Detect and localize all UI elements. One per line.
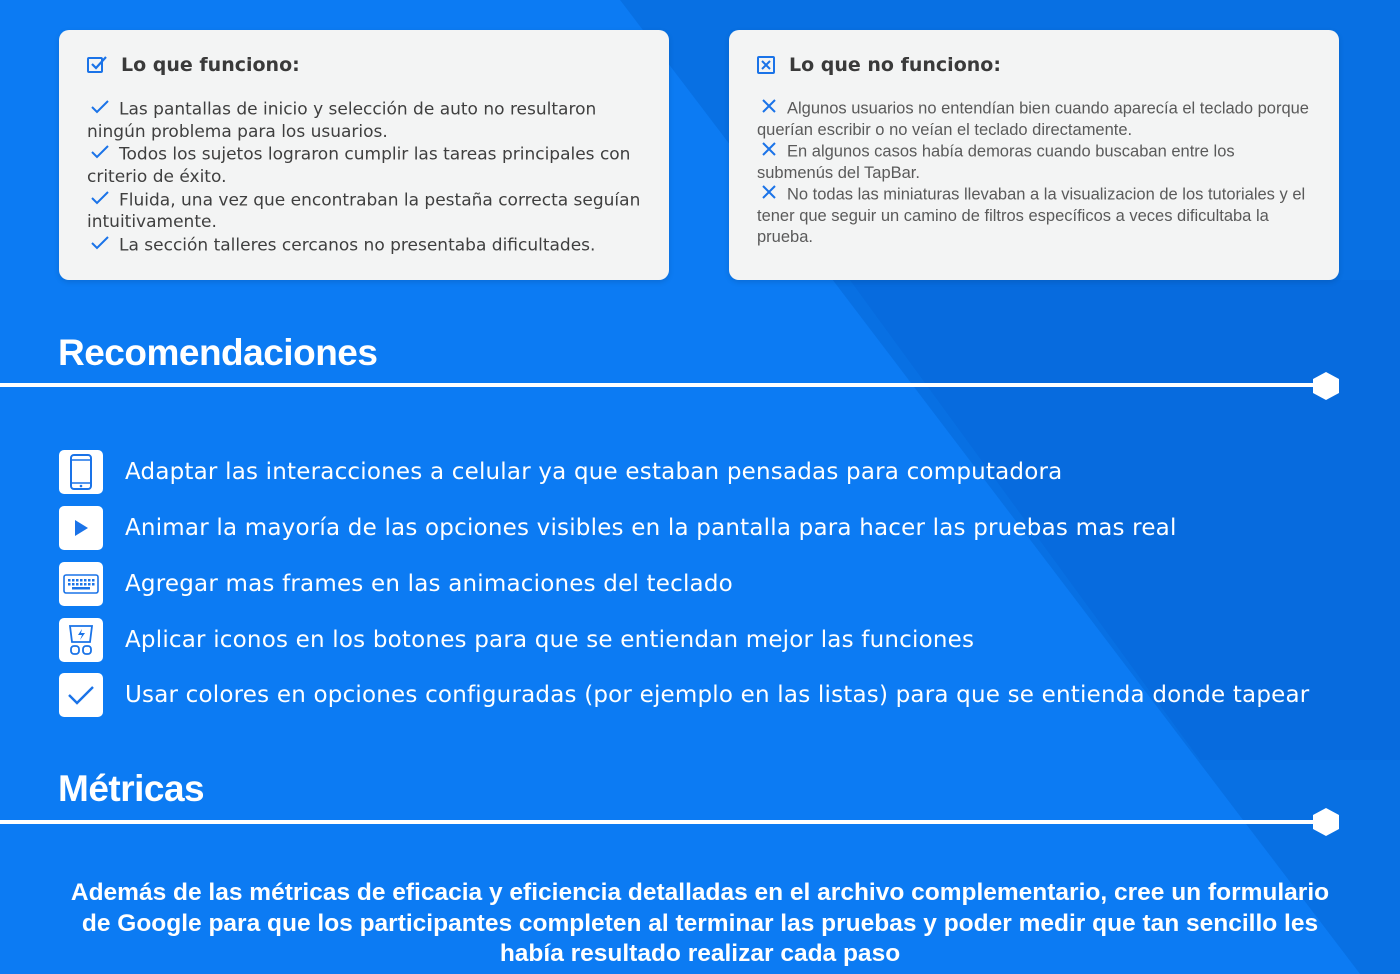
checkbox-x-icon	[757, 56, 775, 74]
metrics-description: Además de las métricas de eficacia y efi…	[70, 879, 1330, 967]
recommendations-divider	[0, 383, 1322, 387]
play-icon	[59, 506, 103, 550]
recommendation-item: Animar la mayoría de las opciones visibl…	[59, 506, 1177, 550]
keyboard-icon	[59, 562, 103, 606]
recommendation-text: Animar la mayoría de las opciones visibl…	[125, 515, 1177, 541]
x-icon	[761, 141, 777, 163]
list-item: La sección talleres cercanos no presenta…	[87, 234, 641, 257]
recommendation-item: Agregar mas frames en las animaciones de…	[59, 562, 733, 606]
x-icon	[761, 184, 777, 206]
not-worked-card: Lo que no funciono: Algunos usuarios no …	[729, 30, 1339, 280]
not-worked-card-title: Lo que no funciono:	[757, 54, 1311, 76]
list-item: Fluida, una vez que encontraban la pesta…	[87, 189, 641, 233]
metrics-title: Métricas	[58, 768, 205, 809]
recommendation-text: Usar colores en opciones configuradas (p…	[125, 682, 1310, 708]
check-icon	[91, 98, 109, 121]
worked-list: Las pantallas de inicio y selección de a…	[87, 98, 641, 257]
hexagon-icon	[1313, 808, 1339, 836]
recommendation-text: Adaptar las interacciones a celular ya q…	[125, 459, 1063, 485]
metrics-divider	[0, 820, 1322, 824]
recommendation-text: Agregar mas frames en las animaciones de…	[125, 571, 733, 597]
worked-card: Lo que funciono: Las pantallas de inicio…	[59, 30, 669, 280]
list-item: En algunos casos había demoras cuando bu…	[757, 141, 1235, 182]
recommendations-title: Recomendaciones	[58, 332, 378, 373]
list-item: Algunos usuarios no entendían bien cuand…	[757, 98, 1309, 139]
x-icon	[761, 98, 777, 120]
checkbox-checked-icon	[87, 56, 107, 74]
check-icon	[91, 143, 109, 166]
checkmark-icon	[59, 673, 103, 717]
recommendation-text: Aplicar iconos en los botones para que s…	[125, 627, 975, 653]
worked-title-text: Lo que funciono:	[121, 54, 300, 76]
check-icon	[91, 234, 109, 257]
smartphone-icon	[59, 450, 103, 494]
recommendation-item: Adaptar las interacciones a celular ya q…	[59, 450, 1062, 494]
hexagon-icon	[1313, 372, 1339, 400]
list-item: No todas las miniaturas llevaban a la vi…	[757, 184, 1306, 246]
tap-button-icon	[59, 618, 103, 662]
list-item: Todos los sujetos lograron cumplir las t…	[87, 143, 631, 188]
list-item: Las pantallas de inicio y selección de a…	[87, 98, 597, 142]
recommendation-item: Aplicar iconos en los botones para que s…	[59, 618, 974, 662]
worked-card-title: Lo que funciono:	[87, 54, 641, 76]
recommendation-item: Usar colores en opciones configuradas (p…	[59, 673, 1309, 717]
not-worked-list: Algunos usuarios no entendían bien cuand…	[757, 98, 1311, 248]
check-icon	[91, 189, 109, 212]
not-worked-title-text: Lo que no funciono:	[789, 54, 1001, 76]
